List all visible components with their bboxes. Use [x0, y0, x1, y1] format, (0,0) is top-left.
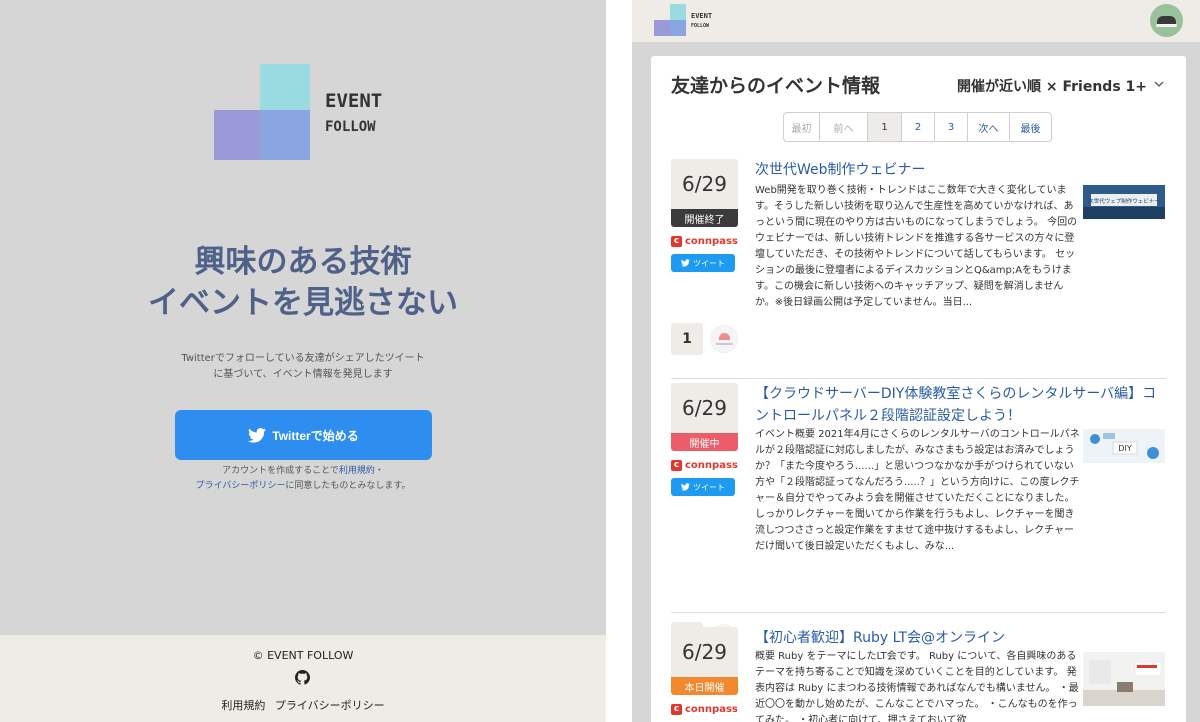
header-bar: EVENT FOLLOW	[632, 0, 1200, 42]
site-footer: © EVENT FOLLOW 利用規約 プライバシーポリシー	[0, 635, 606, 722]
terms-notice-line2: プライバシーポリシーに同意したものとみなします。	[0, 479, 606, 494]
logo-square-center	[670, 20, 686, 36]
twitter-signup-label: Twitterで始める	[272, 428, 359, 443]
page-2[interactable]: 2	[902, 113, 935, 141]
page-first[interactable]: 最初	[784, 113, 820, 141]
connpass-icon: c	[671, 459, 682, 471]
logo-square-top	[670, 4, 686, 20]
event-thumbnail[interactable]: DIY	[1083, 429, 1165, 463]
page-prev[interactable]: 前へ	[820, 113, 868, 141]
github-icon[interactable]	[295, 670, 310, 685]
page-next[interactable]: 次へ	[968, 113, 1010, 141]
pagination: 最初 前へ 1 2 3 次へ 最後	[783, 112, 1052, 142]
friend-avatar[interactable]	[710, 325, 738, 353]
twitter-bird-icon	[681, 483, 690, 491]
terms-separator: ・	[374, 466, 384, 476]
logo-text-follow: FOLLOW	[325, 119, 376, 135]
event-date: 6/29	[671, 383, 738, 433]
event-thumbnail[interactable]	[1083, 652, 1165, 706]
brand-logo: EVENT FOLLOW	[214, 64, 394, 164]
logo-text-follow: FOLLOW	[691, 23, 710, 29]
twitter-bird-icon	[248, 427, 267, 443]
page-last[interactable]: 最後	[1010, 113, 1051, 141]
event-description: Web開発を取り巻く技術・トレンドはここ数年で大きく変化しています。そうした新し…	[755, 185, 1078, 308]
tweet-label: ツイート	[693, 482, 725, 492]
event-title-link[interactable]: 【初心者歓迎】Ruby LT会@オンライン	[755, 627, 1165, 649]
tweet-button[interactable]: ツイート	[671, 254, 735, 272]
connpass-icon: c	[671, 235, 682, 247]
feed-title: 友達からのイベント情報	[671, 75, 881, 97]
chevron-down-icon[interactable]	[1153, 78, 1165, 90]
event-status-badge: 開催中	[671, 433, 738, 451]
terms-prefix: アカウントを作成することで	[222, 466, 339, 476]
hero-description-line2: に基づいて、イベント情報を発見します	[213, 369, 393, 380]
feed-screen: EVENT FOLLOW 友達からのイベント情報 開催が近い順 × Friend…	[632, 0, 1200, 722]
hero-heading-line1: 興味のある技術	[194, 244, 412, 280]
event-title-link[interactable]: 【クラウドサーバーDIY体験教室さくらのレンタルサーバ編】コントロールパネル２段…	[755, 383, 1165, 427]
source-label: connpass	[685, 235, 738, 247]
screen-divider	[606, 0, 632, 722]
page-1[interactable]: 1	[868, 113, 902, 141]
user-avatar[interactable]	[1150, 4, 1183, 37]
event-divider	[671, 612, 1166, 613]
twitter-signup-button[interactable]: Twitterで始める	[175, 410, 432, 460]
source-label: connpass	[685, 459, 738, 471]
terms-notice-line1: アカウントを作成することで利用規約・	[0, 464, 606, 479]
logo-square-center	[260, 110, 310, 160]
source-label: connpass	[685, 703, 738, 715]
connpass-source-link[interactable]: c connpass	[671, 235, 738, 247]
connpass-source-link[interactable]: c connpass	[671, 459, 738, 471]
event-thumbnail[interactable]: 次世代ウェブ制作ウェビナー	[1083, 185, 1165, 219]
event-description: 概要 Ruby をテーマにしたLT会です。 Ruby について、各自興味のあるテ…	[755, 651, 1079, 722]
event-title-link[interactable]: 次世代Web制作ウェビナー	[755, 159, 1165, 181]
logo-square-top	[260, 64, 310, 112]
avatar-shoe-sole	[1156, 24, 1177, 27]
connpass-source-link[interactable]: c connpass	[671, 703, 738, 715]
landing-panel: EVENT FOLLOW 興味のある技術 イベントを見逃さない Twitterで…	[0, 0, 606, 722]
page-3[interactable]: 3	[935, 113, 968, 141]
footer-privacy-link[interactable]: プライバシーポリシー	[275, 699, 385, 712]
thumbnail-text: 次世代ウェブ制作ウェビナー	[1088, 197, 1160, 205]
logo-text-event: EVENT	[691, 12, 713, 20]
event-feed-card: 友達からのイベント情報 開催が近い順 × Friends 1+ 最初 前へ 1 …	[651, 56, 1186, 722]
tweet-label: ツイート	[693, 258, 725, 268]
logo-square-left	[214, 110, 262, 160]
twitter-bird-icon	[681, 259, 690, 267]
thumbnail-text: DIY	[1118, 444, 1132, 453]
privacy-link[interactable]: プライバシーポリシー	[196, 481, 286, 491]
event-date: 6/29	[671, 627, 738, 677]
event-date: 6/29	[671, 159, 738, 209]
sort-dropdown[interactable]: 開催が近い順 × Friends 1+	[957, 76, 1147, 96]
event-divider	[671, 378, 1166, 379]
terms-suffix: に同意したものとみなします。	[285, 481, 411, 491]
header-logo[interactable]: EVENT FOLLOW	[654, 4, 734, 38]
logo-square-left	[654, 20, 670, 36]
event-description: イベント概要 2021年4月にさくらのレンタルサーバのコントロールパネルが２段階…	[755, 429, 1080, 552]
logo-text-event: EVENT	[325, 90, 383, 112]
hero-description-line1: Twitterでフォローしている友達がシェアしたツイート	[181, 353, 425, 364]
tweet-button[interactable]: ツイート	[671, 478, 735, 496]
hero-heading-line2: イベントを見逃さない	[148, 285, 458, 321]
connpass-icon: c	[671, 703, 682, 715]
terms-link[interactable]: 利用規約	[339, 466, 375, 476]
copyright: © EVENT FOLLOW	[252, 649, 354, 662]
event-status-badge: 本日開催	[671, 677, 738, 695]
footer-terms-link[interactable]: 利用規約	[221, 699, 265, 712]
footer-links: 利用規約 プライバシーポリシー	[0, 697, 606, 713]
event-status-badge: 開催終了	[671, 209, 738, 227]
friend-count[interactable]: 1	[671, 323, 703, 355]
